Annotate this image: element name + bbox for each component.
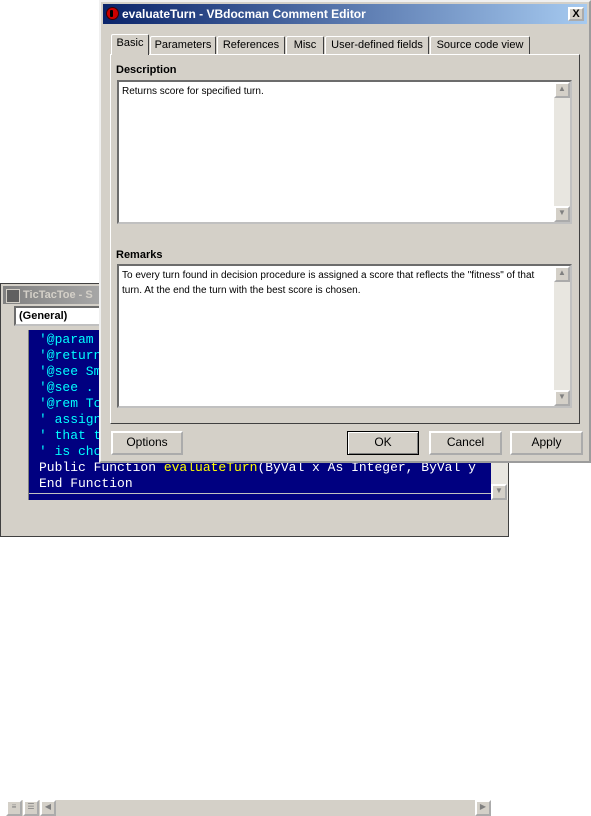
procedure-view-icon[interactable]: ≡ <box>6 800 22 816</box>
description-scrollbar[interactable]: ▲ ▼ <box>554 82 570 222</box>
code-line: '@return <box>39 348 102 363</box>
tab-references[interactable]: References <box>217 36 285 54</box>
code-window-title: TicTacToe - S <box>23 289 93 301</box>
code-margin <box>6 330 29 500</box>
tab-parameters[interactable]: Parameters <box>150 36 216 54</box>
code-line: '@see . <box>39 380 94 395</box>
description-text: Returns score for specified turn. <box>122 86 264 97</box>
scroll-right-icon[interactable]: ▶ <box>475 800 491 816</box>
basic-tab-panel: Description Returns score for specified … <box>110 54 580 424</box>
procedure-separator <box>29 493 491 494</box>
code-horizontal-scrollbar[interactable]: ≡ ☰ ◀ ▶ <box>6 800 491 816</box>
apply-button[interactable]: Apply <box>510 431 583 455</box>
scroll-down-icon[interactable]: ▼ <box>554 390 570 406</box>
tab-user-defined-fields[interactable]: User-defined fields <box>325 36 429 54</box>
close-button[interactable]: X <box>568 7 584 21</box>
scroll-down-icon[interactable]: ▼ <box>554 206 570 222</box>
dialog-title: evaluateTurn - VBdocman Comment Editor <box>122 7 366 21</box>
code-window-icon <box>6 289 20 303</box>
tab-source-code-view[interactable]: Source code view <box>430 36 530 54</box>
description-textarea[interactable]: Returns score for specified turn. ▲ ▼ <box>117 80 572 224</box>
scroll-left-icon[interactable]: ◀ <box>40 800 56 816</box>
code-line: '@rem To <box>39 396 102 411</box>
scroll-up-icon[interactable]: ▲ <box>554 82 570 98</box>
code-line: ' assign <box>39 412 102 427</box>
scroll-down-icon[interactable]: ▼ <box>491 484 507 500</box>
tab-misc[interactable]: Misc <box>286 36 324 54</box>
vbdocman-icon <box>106 7 119 20</box>
code-line: ' is cho <box>39 444 102 459</box>
comment-editor-dialog[interactable]: evaluateTurn - VBdocman Comment Editor X… <box>99 0 591 463</box>
scroll-up-icon[interactable]: ▲ <box>554 266 570 282</box>
remarks-scrollbar[interactable]: ▲ ▼ <box>554 266 570 406</box>
remarks-textarea[interactable]: To every turn found in decision procedur… <box>117 264 572 408</box>
ok-button[interactable]: OK <box>347 431 419 455</box>
options-button[interactable]: Options <box>111 431 183 455</box>
remarks-text: To every turn found in decision procedur… <box>122 270 535 296</box>
tab-basic[interactable]: Basic <box>111 34 149 55</box>
dialog-titlebar[interactable]: evaluateTurn - VBdocman Comment Editor X <box>103 4 587 24</box>
module-view-icon[interactable]: ☰ <box>23 800 39 816</box>
code-line: ' that t <box>39 428 102 443</box>
remarks-label: Remarks <box>116 249 163 261</box>
end-function-line: End Function <box>39 476 133 491</box>
code-line: '@param <box>39 332 94 347</box>
cancel-button[interactable]: Cancel <box>429 431 502 455</box>
description-label: Description <box>116 64 177 76</box>
code-line: '@see Sm <box>39 364 102 379</box>
